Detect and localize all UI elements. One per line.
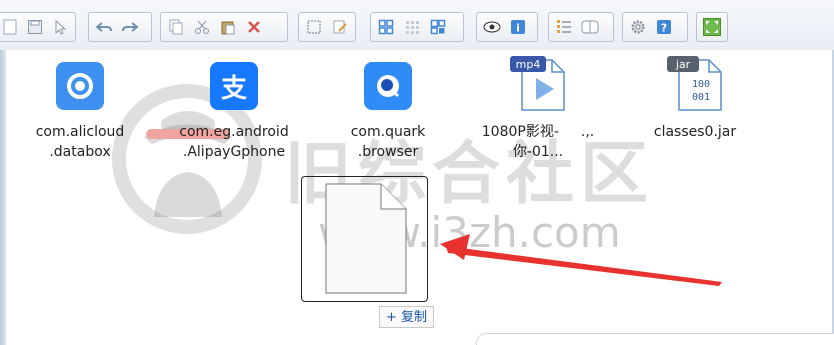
toolbar-group-view bbox=[370, 12, 464, 42]
settings-gear-icon[interactable] bbox=[626, 15, 650, 39]
quark-browser-app-icon bbox=[364, 62, 412, 110]
toolbar-group-help: ? bbox=[622, 12, 688, 42]
file-name-line2: .databox bbox=[49, 144, 111, 160]
file-name-line2: .browser bbox=[357, 144, 419, 160]
copy-icon[interactable] bbox=[164, 15, 188, 39]
help-icon[interactable]: ? bbox=[652, 15, 676, 39]
mp4-badge-text: mp4 bbox=[516, 58, 541, 71]
file-name-line1: 1080P影视-.,. bbox=[473, 122, 603, 142]
jar-file-icon: jar 100 001 bbox=[667, 56, 722, 111]
toolbar-group-select bbox=[298, 12, 356, 42]
left-panel-edge bbox=[0, 50, 6, 345]
info-icon[interactable]: i bbox=[506, 15, 530, 39]
jar-binary-line1: 100 bbox=[692, 79, 710, 90]
toolbar: i ? bbox=[0, 0, 834, 51]
paste-icon[interactable] bbox=[216, 15, 240, 39]
select-cursor-icon[interactable] bbox=[49, 15, 72, 39]
copy-tooltip: + 复制 bbox=[379, 306, 435, 328]
file-item-alicloud-databox[interactable]: com.alicloud .databox bbox=[15, 62, 145, 162]
toolbar-group-list bbox=[548, 12, 614, 42]
compare-icon[interactable] bbox=[578, 15, 602, 39]
jar-binary-line2: 001 bbox=[692, 92, 710, 103]
file-name-line1: com.alicloud bbox=[35, 124, 125, 140]
svg-text:i: i bbox=[516, 22, 520, 35]
select-all-icon[interactable] bbox=[302, 15, 326, 39]
redo-icon[interactable] bbox=[118, 15, 142, 39]
file-item-classes-jar[interactable]: jar 100 001 classes0.jar bbox=[630, 54, 760, 142]
svg-text:?: ? bbox=[661, 22, 667, 35]
toolbar-group-history bbox=[88, 12, 152, 42]
small-icons-view-icon[interactable] bbox=[400, 15, 424, 39]
alicloud-databox-app-icon bbox=[56, 62, 104, 110]
save-icon[interactable] bbox=[23, 15, 46, 39]
toolbar-group-info: i bbox=[476, 12, 538, 42]
details-list-icon[interactable] bbox=[552, 15, 576, 39]
generic-file-icon bbox=[325, 183, 407, 294]
drag-ghost bbox=[301, 176, 428, 302]
new-icon[interactable] bbox=[0, 15, 21, 39]
file-name-text-suffix: .,. bbox=[580, 124, 595, 140]
file-item-quark-browser[interactable]: com.quark .browser bbox=[323, 62, 453, 162]
file-name-line1: com.quark bbox=[350, 124, 426, 140]
mp4-file-icon: mp4 bbox=[510, 56, 565, 111]
file-name-line2: .AlipayGphone bbox=[182, 144, 286, 160]
file-name-line1: classes0.jar bbox=[653, 124, 737, 140]
toolbar-group-fullscreen bbox=[696, 12, 728, 42]
preview-eye-icon[interactable] bbox=[480, 15, 504, 39]
toolbar-group-file bbox=[0, 12, 76, 42]
large-icons-view-icon[interactable] bbox=[374, 15, 398, 39]
tile-view-icon[interactable] bbox=[426, 15, 450, 39]
file-name-line2: 你-01... bbox=[512, 144, 564, 160]
bottom-panel-edge bbox=[476, 333, 834, 345]
rename-icon[interactable] bbox=[328, 15, 352, 39]
delete-icon[interactable] bbox=[242, 15, 266, 39]
red-arrow-annotation bbox=[440, 234, 722, 286]
fullscreen-icon[interactable] bbox=[700, 15, 724, 39]
file-item-video-mp4[interactable]: mp4 1080P影视-.,. 你-01... bbox=[473, 54, 603, 162]
toolbar-group-edit bbox=[160, 12, 288, 42]
file-item-alipay[interactable]: 支 com.eg.android .AlipayGphone bbox=[169, 62, 299, 162]
jar-badge-text: jar bbox=[675, 58, 691, 71]
file-name-text: 1080P影视- bbox=[481, 124, 559, 140]
undo-icon[interactable] bbox=[92, 15, 116, 39]
alipay-app-icon: 支 bbox=[210, 62, 258, 110]
cut-icon[interactable] bbox=[190, 15, 214, 39]
file-name-line1: com.eg.android bbox=[179, 124, 289, 140]
